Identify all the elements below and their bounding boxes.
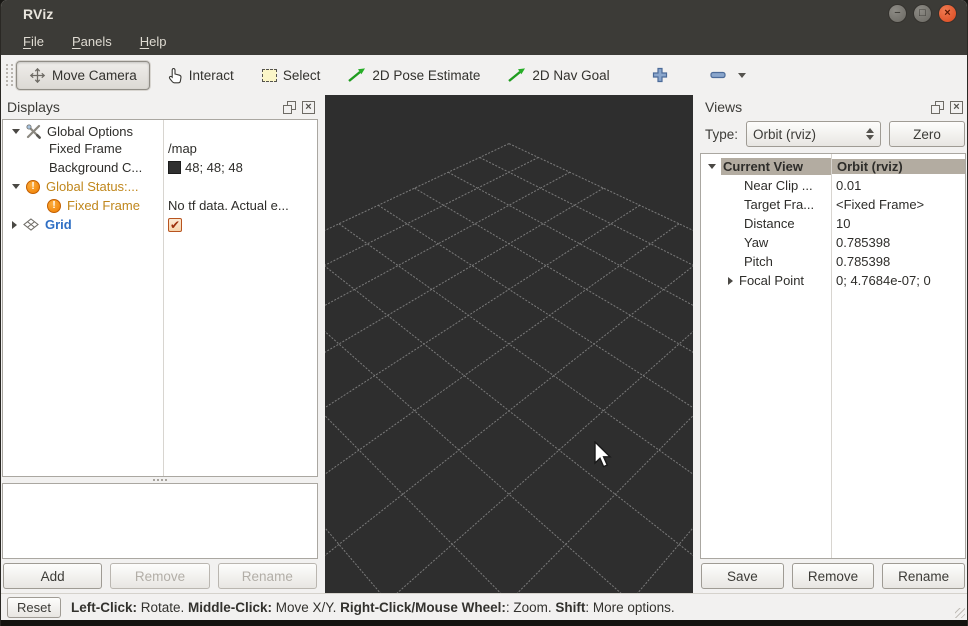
reset-button[interactable]: Reset: [7, 597, 61, 618]
interact-tool[interactable]: Interact: [158, 62, 244, 89]
main-area: Displays × Global Op: [1, 95, 967, 593]
viewport-3d[interactable]: [325, 95, 693, 593]
window-controls: − □ ×: [888, 4, 957, 23]
tree-row-status-fixed-frame[interactable]: ! Fixed Frame No tf data. Actual e...: [3, 196, 317, 215]
menu-help[interactable]: Help: [128, 31, 179, 52]
views-tree: Current View Orbit (rviz) Near Clip ... …: [700, 153, 966, 559]
expander-icon[interactable]: [12, 184, 20, 189]
maximize-button[interactable]: □: [913, 4, 932, 23]
selection-box-icon: [262, 69, 277, 82]
yaw-value[interactable]: 0.785398: [831, 235, 965, 250]
tree-row-near-clip[interactable]: Near Clip ... 0.01: [701, 176, 965, 195]
add-button[interactable]: Add: [3, 563, 102, 589]
tree-row-global-status[interactable]: ! Global Status:...: [3, 177, 317, 196]
add-tool-button[interactable]: [642, 62, 678, 88]
warning-icon: !: [47, 199, 61, 213]
target-frame-value[interactable]: <Fixed Frame>: [831, 197, 965, 212]
plus-icon: [652, 67, 668, 83]
type-label: Type:: [705, 127, 738, 142]
property-description-box: [2, 483, 318, 559]
spinner-arrows-icon: [866, 128, 874, 140]
grid-enabled-checkbox[interactable]: ✔: [168, 218, 182, 232]
displays-panel-header[interactable]: Displays ×: [1, 95, 319, 119]
views-panel: Views × Type: Orbit (rviz) Zero: [699, 95, 967, 593]
hand-pointer-icon: [168, 67, 183, 84]
mouse-cursor: [593, 441, 615, 471]
displays-panel-title: Displays: [7, 99, 283, 115]
toolbar: Move Camera Interact Select 2D Pose Esti…: [1, 55, 967, 95]
resize-grip-icon[interactable]: [955, 608, 965, 618]
tree-row-focal-point[interactable]: Focal Point 0; 4.7684e-07; 0: [701, 271, 965, 290]
titlebar[interactable]: RViz − □ ×: [1, 0, 967, 28]
pitch-value[interactable]: 0.785398: [831, 254, 965, 269]
tree-row-pitch[interactable]: Pitch 0.785398: [701, 252, 965, 271]
tree-row-current-view[interactable]: Current View Orbit (rviz): [701, 157, 965, 176]
menu-panels[interactable]: Panels: [60, 31, 124, 52]
views-buttons: Save Remove Rename: [699, 559, 967, 593]
displays-panel: Displays × Global Op: [1, 95, 319, 593]
tree-row-background-color[interactable]: Background C... 48; 48; 48: [3, 158, 317, 177]
fixed-frame-value[interactable]: /map: [163, 141, 317, 156]
rename-view-button[interactable]: Rename: [882, 563, 965, 589]
view-type-combobox[interactable]: Orbit (rviz): [746, 121, 881, 147]
displays-buttons: Add Remove Rename: [1, 559, 319, 593]
remove-button[interactable]: Remove: [110, 563, 209, 589]
tree-row-yaw[interactable]: Yaw 0.785398: [701, 233, 965, 252]
pose-estimate-tool[interactable]: 2D Pose Estimate: [338, 63, 490, 88]
tree-row-fixed-frame[interactable]: Fixed Frame /map: [3, 139, 317, 158]
nav-goal-tool[interactable]: 2D Nav Goal: [498, 63, 619, 88]
color-swatch: [168, 161, 181, 174]
menubar: File Panels Help: [1, 28, 967, 55]
window-title: RViz: [23, 6, 54, 22]
close-panel-icon[interactable]: ×: [950, 101, 963, 114]
near-clip-value[interactable]: 0.01: [831, 178, 965, 193]
minus-icon: [710, 71, 726, 79]
move-camera-tool[interactable]: Move Camera: [16, 61, 150, 90]
focal-point-value[interactable]: 0; 4.7684e-07; 0: [831, 273, 965, 288]
warning-icon: !: [26, 180, 40, 194]
float-panel-icon[interactable]: [931, 101, 944, 114]
expander-icon[interactable]: [728, 277, 733, 285]
expander-icon[interactable]: [12, 129, 20, 134]
minimize-button[interactable]: −: [888, 4, 907, 23]
chevron-down-icon[interactable]: [738, 73, 746, 78]
grid-icon: [23, 218, 39, 231]
tree-row-distance[interactable]: Distance 10: [701, 214, 965, 233]
green-arrow-icon: [348, 68, 366, 82]
tree-row-target-frame[interactable]: Target Fra... <Fixed Frame>: [701, 195, 965, 214]
displays-tree: Global Options Fixed Frame /map Backgrou…: [2, 119, 318, 477]
close-button[interactable]: ×: [938, 4, 957, 23]
mouse-help-text: Left-Click: Rotate. Middle-Click: Move X…: [71, 600, 675, 615]
rename-button[interactable]: Rename: [218, 563, 317, 589]
save-view-button[interactable]: Save: [701, 563, 784, 589]
expander-icon[interactable]: [12, 221, 17, 229]
tree-row-global-options[interactable]: Global Options: [3, 120, 317, 139]
background-color-value[interactable]: 48; 48; 48: [163, 160, 317, 175]
remove-view-button[interactable]: Remove: [792, 563, 875, 589]
rviz-window: RViz − □ × File Panels Help Move Camera: [0, 0, 968, 626]
move-arrows-icon: [29, 67, 46, 84]
window-bottom-edge: [1, 620, 967, 626]
zero-button[interactable]: Zero: [889, 121, 965, 147]
float-panel-icon[interactable]: [283, 101, 296, 114]
toolbar-grip[interactable]: [6, 64, 13, 86]
distance-value[interactable]: 10: [831, 216, 965, 231]
select-tool[interactable]: Select: [252, 63, 331, 88]
ground-grid: [325, 95, 693, 593]
close-panel-icon[interactable]: ×: [302, 101, 315, 114]
expander-icon[interactable]: [708, 164, 716, 169]
views-panel-title: Views: [705, 99, 931, 115]
menu-file[interactable]: File: [11, 31, 56, 52]
tools-icon: [26, 124, 41, 139]
tree-row-grid[interactable]: Grid ✔: [3, 215, 317, 234]
remove-tool-button[interactable]: [700, 66, 756, 84]
statusbar: Reset Left-Click: Rotate. Middle-Click: …: [1, 593, 967, 620]
green-arrow-icon: [508, 68, 526, 82]
view-type-row: Type: Orbit (rviz) Zero: [699, 119, 967, 149]
views-panel-header[interactable]: Views ×: [699, 95, 967, 119]
